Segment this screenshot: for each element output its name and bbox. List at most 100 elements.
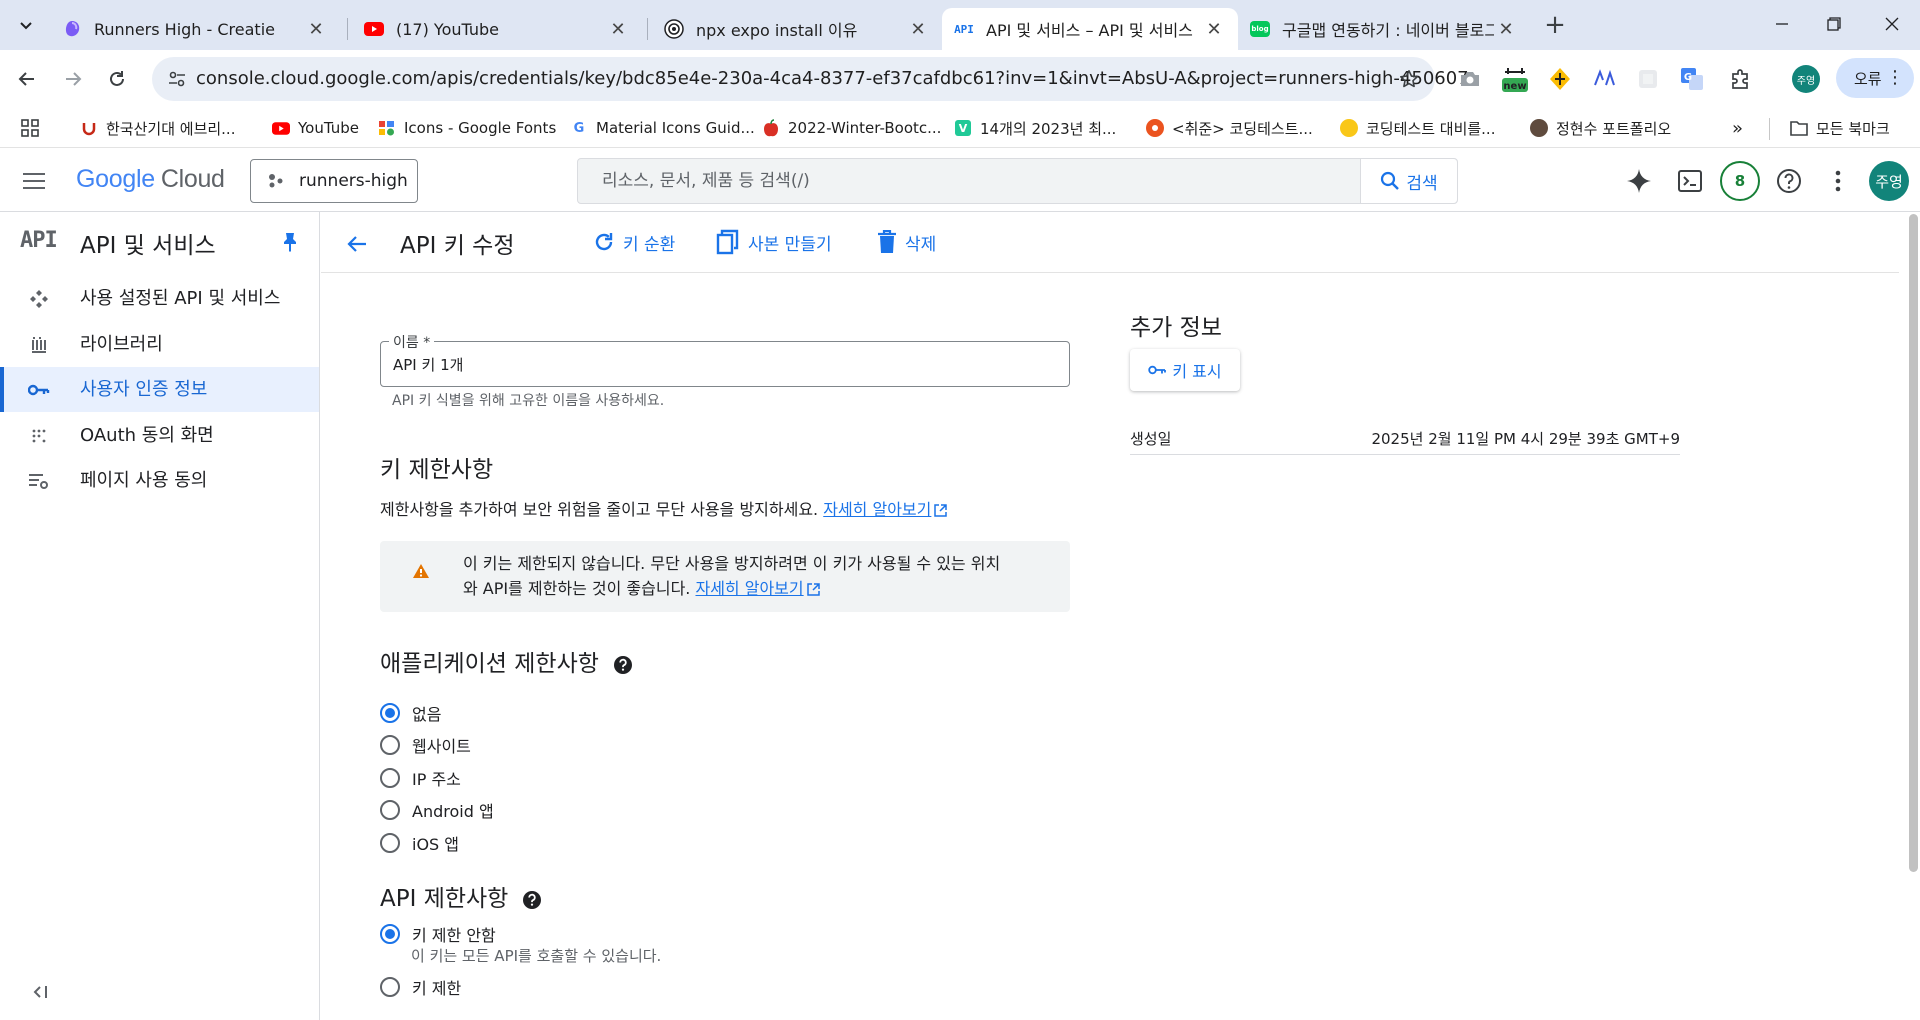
warning-learn-more-link[interactable]: 자세히 알아보기 <box>695 579 803 598</box>
show-key-button[interactable]: 키 표시 <box>1130 349 1240 391</box>
portrait-icon <box>1530 119 1548 137</box>
app-restriction-ip-radio[interactable]: IP 주소 <box>380 766 461 790</box>
bookmark-label: <취준> 코딩테스트... <box>1172 119 1313 138</box>
radio-label: 없음 <box>412 705 442 724</box>
key-name-hint: API 키 식별을 위해 고유한 이름을 사용하세요. <box>392 393 665 409</box>
google-translate-icon[interactable]: G <box>1676 63 1708 95</box>
close-icon[interactable]: ✕ <box>606 17 630 41</box>
nav-item-oauth-consent[interactable]: OAuth 동의 화면 <box>0 413 319 458</box>
minimize-icon[interactable] <box>1754 0 1810 48</box>
key-restrictions-heading: 키 제한사항 <box>380 457 494 483</box>
help-circle-icon[interactable] <box>522 890 542 910</box>
bookmark-label: 한국산기대 에브리... <box>106 119 236 138</box>
bookmark-tistory[interactable]: <취준> 코딩테스트... <box>1146 114 1313 142</box>
nav-item-library[interactable]: 라이브러리 <box>0 322 319 367</box>
bookmark-everytime[interactable]: 한국산기대 에브리... <box>80 114 235 142</box>
nav-item-page-usage-consent[interactable]: 페이지 사용 동의 <box>0 458 319 503</box>
bookmark-youtube[interactable]: YouTube <box>272 114 359 142</box>
close-icon[interactable]: ✕ <box>1494 17 1518 41</box>
gemini-sparkle-icon[interactable] <box>1621 163 1657 199</box>
address-bar[interactable]: console.cloud.google.com/apis/credential… <box>152 57 1469 101</box>
collapse-nav-icon[interactable] <box>26 978 54 1006</box>
new-extension-icon[interactable]: new <box>1499 63 1531 95</box>
nav-item-credentials[interactable]: 사용자 인증 정보 <box>0 367 319 412</box>
profile-error-label: 오류 <box>1854 69 1882 88</box>
nav-item-label: 페이지 사용 동의 <box>80 470 208 491</box>
app-restriction-ios-radio[interactable]: iOS 앱 <box>380 831 459 855</box>
console-search[interactable]: 리소스, 문서, 제품 등 검색(/) 검색 <box>577 158 1458 204</box>
bookmark-velog[interactable]: V 14개의 2023년 최... <box>954 114 1116 142</box>
profile-error-button[interactable]: 오류 ⋮ <box>1836 58 1914 98</box>
app-restriction-none-radio[interactable]: 없음 <box>380 701 441 725</box>
account-avatar[interactable]: 주영 <box>1869 161 1909 201</box>
app-restriction-android-radio[interactable]: Android 앱 <box>380 798 494 822</box>
radio-label: Android 앱 <box>412 802 494 821</box>
tab-title: 구글맵 연동하기 : 네이버 블로그 <box>1282 21 1494 40</box>
tab-runners-high[interactable]: Runners High - Creatie ✕ <box>50 8 340 50</box>
tab-search-chevron-icon[interactable] <box>10 9 42 41</box>
new-badge-text: new <box>1503 81 1526 92</box>
yellow-diamond-extension-icon[interactable] <box>1544 63 1576 95</box>
help-icon[interactable] <box>1771 163 1807 199</box>
delete-button[interactable]: 삭제 <box>877 226 936 258</box>
bookmark-winter-bootcamp[interactable]: 2022-Winter-Bootc... <box>762 114 941 142</box>
extensions-puzzle-icon[interactable] <box>1724 63 1756 95</box>
more-vert-icon[interactable] <box>1820 163 1856 199</box>
nav-item-label: 사용 설정된 API 및 서비스 <box>80 288 281 309</box>
translate-extension-icon[interactable] <box>1588 63 1620 95</box>
scrollbar-thumb[interactable] <box>1909 214 1918 872</box>
creation-date-value: 2025년 2월 11일 PM 4시 29분 39초 GMT+9 <box>1371 430 1680 448</box>
tab-naver-blog[interactable]: blog 구글맵 연동하기 : 네이버 블로그 ✕ <box>1238 8 1530 50</box>
tab-npx-expo[interactable]: npx expo install 이유 ✕ <box>652 8 942 50</box>
rotate-key-button[interactable]: 키 순환 <box>593 226 675 258</box>
more-bookmarks-chevron-icon[interactable]: » <box>1732 114 1743 142</box>
tab-youtube[interactable]: (17) YouTube ✕ <box>352 8 642 50</box>
bookmarks-separator <box>1769 118 1770 140</box>
app-restriction-website-radio[interactable]: 웹사이트 <box>380 733 471 757</box>
close-icon[interactable]: ✕ <box>1202 17 1226 41</box>
main-menu-icon[interactable] <box>18 165 50 197</box>
camera-icon[interactable] <box>1454 63 1486 95</box>
notifications-badge[interactable]: 8 <box>1720 161 1760 201</box>
api-restrict-key-radio[interactable]: 키 제한 <box>380 975 461 999</box>
refresh-icon <box>595 233 613 251</box>
tab-api-services[interactable]: API API 및 서비스 – API 및 서비스 ✕ <box>942 8 1238 50</box>
reload-icon[interactable] <box>100 62 134 96</box>
profile-avatar-small[interactable]: 주영 <box>1790 63 1822 95</box>
bookmark-portfolio[interactable]: 정현수 포트폴리오 <box>1530 114 1671 142</box>
settings-list-icon <box>28 470 50 492</box>
grey-extension-icon[interactable] <box>1632 63 1664 95</box>
api-no-restriction-radio[interactable]: 키 제한 안함 <box>380 922 496 946</box>
pin-icon[interactable] <box>278 230 302 254</box>
tab-title: (17) YouTube <box>396 19 499 39</box>
new-tab-plus-icon[interactable]: + <box>1540 10 1570 40</box>
browser-menu-icon[interactable]: ⋮ <box>1886 58 1904 98</box>
help-circle-icon[interactable] <box>613 655 633 675</box>
all-bookmarks[interactable]: 모든 북마크 <box>1790 114 1890 142</box>
bookmark-google-fonts[interactable]: Icons - Google Fonts <box>378 114 556 142</box>
window-close-icon[interactable] <box>1864 0 1920 48</box>
bookmark-material-icons[interactable]: G Material Icons Guid... <box>570 114 755 142</box>
cloud-shell-icon[interactable] <box>1672 163 1708 199</box>
bookmark-star-icon[interactable] <box>1395 65 1423 93</box>
make-copy-button[interactable]: 사본 만들기 <box>716 226 832 258</box>
forward-arrow-icon[interactable] <box>56 62 90 96</box>
trash-icon <box>878 230 896 253</box>
search-button[interactable]: 검색 <box>1360 159 1457 203</box>
site-settings-icon[interactable] <box>162 64 192 94</box>
bookmark-coding-test[interactable]: 코딩테스트 대비를... <box>1340 114 1495 142</box>
back-arrow-icon[interactable] <box>341 228 373 260</box>
tab-title: npx expo install 이유 <box>696 21 858 40</box>
close-icon[interactable]: ✕ <box>906 17 930 41</box>
restore-icon[interactable] <box>1806 0 1862 48</box>
apps-grid-icon[interactable] <box>20 114 40 142</box>
close-icon[interactable]: ✕ <box>304 17 328 41</box>
back-arrow-icon[interactable] <box>10 62 44 96</box>
learn-more-link[interactable]: 자세히 알아보기 <box>823 500 931 519</box>
tistory-icon <box>1146 119 1164 137</box>
key-name-field[interactable]: 이름 * API 키 1개 <box>380 332 1070 387</box>
google-cloud-logo[interactable]: Google Cloud <box>76 165 225 194</box>
page-scrollbar[interactable] <box>1907 212 1920 1020</box>
project-picker[interactable]: runners-high <box>250 159 418 203</box>
nav-item-enabled-apis[interactable]: 사용 설정된 API 및 서비스 <box>0 276 319 321</box>
